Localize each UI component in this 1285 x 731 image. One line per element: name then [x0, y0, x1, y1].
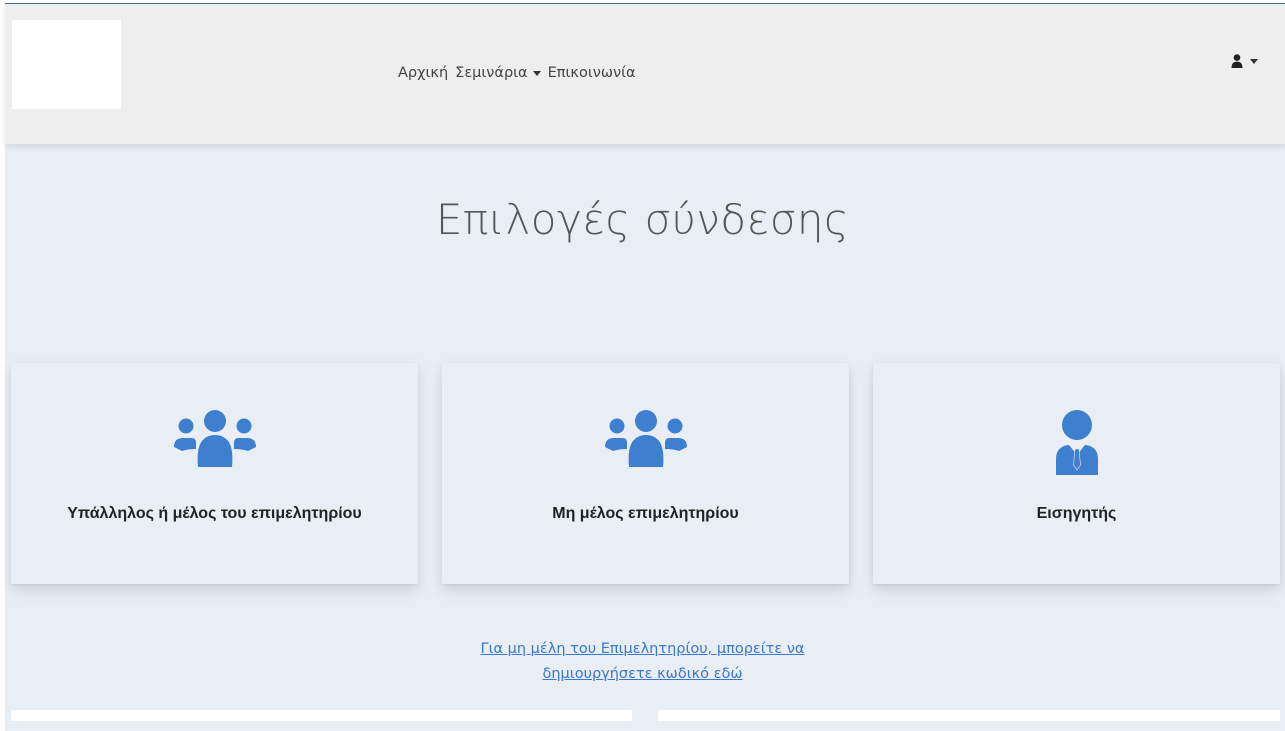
window-top-border	[5, 0, 1285, 4]
chevron-down-icon	[1250, 58, 1258, 64]
logo[interactable]	[12, 20, 121, 109]
card-label: Μη μέλος επιμελητηρίου	[552, 505, 739, 522]
nav-contact[interactable]: Επικοινωνία	[548, 65, 636, 81]
nav-seminars-label: Σεμινάρια	[455, 65, 528, 81]
users-icon	[173, 410, 256, 467]
navbar: Αρχική Σεμινάρια Επικοινωνία	[5, 5, 1285, 144]
page-title: Επιλογές σύνδεσης	[435, 195, 850, 244]
bottom-panel-right	[658, 710, 1280, 721]
card-label: Εισηγητής	[1036, 505, 1117, 522]
nav-home[interactable]: Αρχική	[398, 65, 448, 81]
register-link-line-1: Για μη μέλη του Επιμελητηρίου, μπορείτε …	[480, 641, 805, 657]
login-option-speaker[interactable]: Εισηγητής	[873, 363, 1280, 584]
register-link[interactable]: Για μη μέλη του Επιμελητηρίου, μπορείτε …	[0, 637, 1285, 687]
users-icon	[604, 410, 687, 467]
user-menu-button[interactable]	[1231, 51, 1258, 71]
card-label: Υπάλληλος ή μέλος του επιμελητηρίου	[67, 505, 362, 522]
user-icon	[1231, 54, 1243, 68]
main-nav: Αρχική Σεμινάρια Επικοινωνία	[398, 61, 636, 85]
chevron-down-icon	[532, 70, 541, 76]
login-option-member[interactable]: Υπάλληλος ή μέλος του επιμελητηρίου	[11, 363, 418, 584]
login-option-non-member[interactable]: Μη μέλος επιμελητηρίου	[442, 363, 849, 584]
user-tie-icon	[1055, 410, 1098, 475]
nav-seminars-dropdown[interactable]: Σεμινάρια	[455, 65, 541, 81]
register-link-line-2: δημιουργήσετε κωδικό εδώ	[542, 666, 743, 682]
bottom-panel-left	[11, 710, 632, 721]
